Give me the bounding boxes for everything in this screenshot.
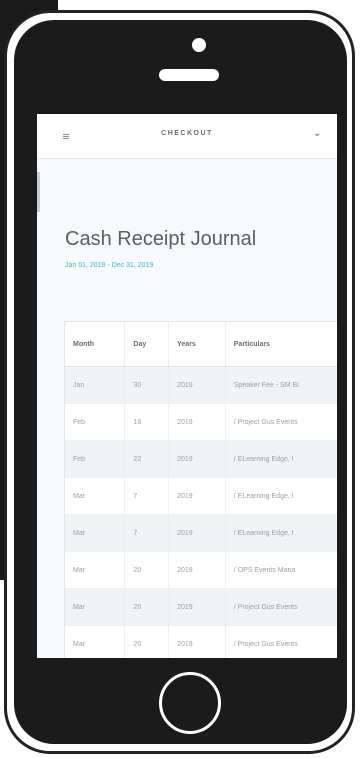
- cell-particulars: / ELearning Edge, I: [225, 514, 337, 552]
- cell-year: 2019: [168, 477, 226, 515]
- cell-day: 16: [124, 403, 170, 441]
- journal-table-card: Month Day Years Particulars Jan 30 2019 …: [64, 321, 337, 658]
- table-row[interactable]: Mar 20 2019 / OPS Events Mana: [65, 551, 337, 589]
- cell-year: 2019: [168, 366, 226, 404]
- cell-particulars: / OPS Events Mana: [225, 551, 337, 589]
- column-header[interactable]: Day: [124, 322, 170, 367]
- cell-month: Mar: [65, 588, 126, 626]
- cell-day: 22: [124, 440, 170, 478]
- cell-year: 2019: [168, 440, 226, 478]
- cell-day: 7: [124, 477, 170, 515]
- table-row[interactable]: Mar 7 2019 / ELearning Edge, I: [65, 514, 337, 552]
- cell-particulars: / Project Gus Events: [225, 403, 337, 441]
- cell-month: Mar: [65, 625, 126, 658]
- date-range: Jan 01, 2019 - Dec 31, 2019: [65, 262, 154, 269]
- column-header[interactable]: Month: [65, 322, 126, 367]
- table-row[interactable]: Mar 7 2019 / ELearning Edge, I: [65, 477, 337, 515]
- cell-month: Mar: [65, 514, 126, 552]
- journal-table: Month Day Years Particulars Jan 30 2019 …: [65, 322, 337, 658]
- table-row[interactable]: Jan 30 2019 Speaker Fee - SM Bi: [65, 366, 337, 404]
- cell-month: Feb: [65, 440, 126, 478]
- table-row[interactable]: Mar 20 2019 / Project Gus Events: [65, 625, 337, 658]
- scroll-indicator: [37, 172, 40, 212]
- cell-day: 20: [124, 551, 170, 589]
- cell-day: 20: [124, 588, 170, 626]
- speaker-icon: [159, 69, 219, 81]
- cell-month: Mar: [65, 477, 126, 515]
- cell-day: 7: [124, 514, 170, 552]
- home-button[interactable]: [159, 672, 221, 734]
- app-screen: CHECKOUT ⌄ Cash Receipt Journal Jan 01, …: [37, 114, 337, 658]
- cell-particulars: / Project Gus Events: [225, 625, 337, 658]
- cell-month: Feb: [65, 403, 126, 441]
- header-title: CHECKOUT: [161, 130, 213, 137]
- cell-particulars: / ELearning Edge, I: [225, 440, 337, 478]
- cell-year: 2019: [168, 514, 226, 552]
- cell-month: Jan: [65, 366, 126, 404]
- page-title: Cash Receipt Journal: [65, 228, 257, 250]
- table-row[interactable]: Feb 16 2019 / Project Gus Events: [65, 403, 337, 441]
- column-header[interactable]: Particulars: [225, 322, 337, 367]
- cell-year: 2019: [168, 625, 226, 658]
- cell-year: 2019: [168, 403, 226, 441]
- cell-month: Mar: [65, 551, 126, 589]
- cell-day: 30: [124, 366, 170, 404]
- top-bar: CHECKOUT ⌄: [37, 114, 337, 159]
- chevron-down-icon[interactable]: ⌄: [313, 128, 321, 139]
- cell-particulars: / Project Gus Events: [225, 588, 337, 626]
- cell-year: 2019: [168, 588, 226, 626]
- camera-icon: [192, 38, 206, 52]
- cell-year: 2019: [168, 551, 226, 589]
- table-row[interactable]: Feb 22 2019 / ELearning Edge, I: [65, 440, 337, 478]
- cell-particulars: Speaker Fee - SM Bi: [225, 366, 337, 404]
- column-header[interactable]: Years: [168, 322, 226, 367]
- cell-day: 20: [124, 625, 170, 658]
- table-header-row: Month Day Years Particulars: [65, 322, 337, 367]
- cell-particulars: / ELearning Edge, I: [225, 477, 337, 515]
- table-row[interactable]: Mar 20 2019 / Project Gus Events: [65, 588, 337, 626]
